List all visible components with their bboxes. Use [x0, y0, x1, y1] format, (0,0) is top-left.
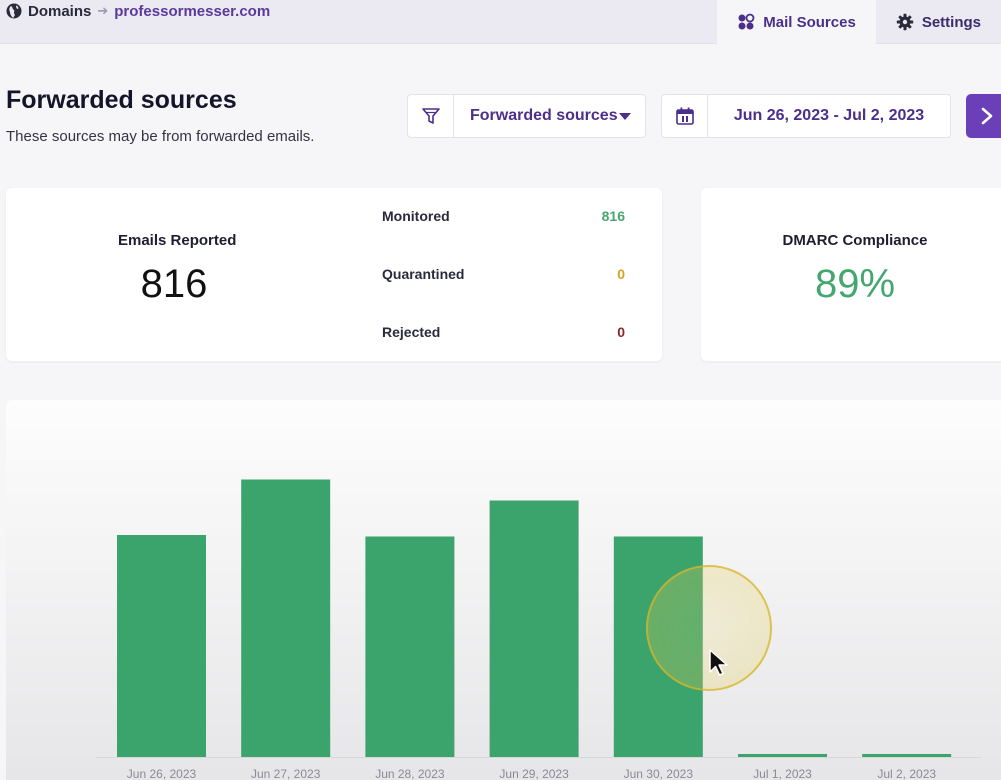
chart-bar[interactable] — [365, 536, 455, 758]
emails-bar-chart: Jun 26, 2023 Jun 27, 2023 Jun 28, 2023 Jun … — [96, 479, 981, 780]
filter-icon — [421, 108, 440, 124]
x-tick-label: Jun 28, 2023 — [375, 767, 445, 780]
stat-value: 816 — [601, 208, 625, 224]
chart-bar[interactable] — [738, 754, 827, 757]
x-tick-label: Jun 26, 2023 — [127, 767, 197, 780]
top-bar: Domains ➔ professormesser.com Mail Sourc… — [0, 0, 1001, 44]
chevron-down-icon — [619, 112, 631, 120]
next-button[interactable] — [966, 94, 1001, 138]
page-subtitle: These sources may be from forwarded emai… — [6, 128, 315, 145]
tab-mail-sources[interactable]: Mail Sources — [717, 0, 876, 44]
emails-reported-card: Emails Reported 816 Monitored 816 Quaran… — [6, 188, 662, 361]
x-tick-label: Jun 27, 2023 — [251, 767, 321, 780]
stat-row-quarantined: Quarantined 0 — [382, 266, 625, 282]
source-filter-dropdown[interactable]: Forwarded sources — [407, 94, 646, 138]
dmarc-compliance-value: 89% — [814, 262, 896, 306]
calendar-icon — [675, 107, 694, 125]
emails-reported-value: 816 — [140, 262, 208, 306]
globe-icon — [6, 3, 22, 19]
x-tick-label: Jun 30, 2023 — [624, 767, 694, 780]
breadcrumb-domains-link[interactable]: Domains — [28, 3, 91, 20]
stat-label: Rejected — [382, 324, 441, 340]
dmarc-compliance-card: DMARC Compliance 89% — [701, 188, 1001, 361]
chart-bar[interactable] — [117, 535, 206, 757]
x-tick-label: Jun 29, 2023 — [499, 767, 569, 780]
stat-label: Quarantined — [382, 266, 465, 282]
x-tick-label: Jul 2, 2023 — [877, 767, 936, 780]
tab-settings-label: Settings — [921, 13, 981, 31]
stat-value: 0 — [617, 266, 625, 282]
breadcrumb-arrow-icon: ➔ — [97, 3, 109, 18]
stat-row-monitored: Monitored 816 — [382, 208, 625, 224]
tab-settings[interactable]: Settings — [876, 0, 1001, 44]
chart-bar[interactable] — [489, 500, 579, 758]
calendar-button[interactable] — [662, 95, 708, 137]
x-tick-label: Jul 1, 2023 — [753, 767, 812, 780]
gear-icon — [896, 13, 914, 31]
breadcrumb: Domains ➔ professormesser.com — [6, 0, 270, 22]
emails-reported-label: Emails Reported — [118, 232, 237, 249]
chart-bar[interactable] — [241, 479, 331, 758]
filter-selected-value: Forwarded sources — [470, 107, 618, 124]
filter-button[interactable] — [408, 95, 454, 137]
breadcrumb-current-domain[interactable]: professormesser.com — [114, 3, 270, 20]
chart-bar[interactable] — [862, 754, 952, 757]
dmarc-compliance-label: DMARC Compliance — [782, 232, 928, 249]
emails-bar-chart-card: Jun 26, 2023 Jun 27, 2023 Jun 28, 2023 Jun … — [6, 400, 1001, 780]
stat-value: 0 — [617, 324, 625, 340]
chevron-right-icon — [981, 107, 993, 125]
date-range-picker[interactable]: Jun 26, 2023 - Jul 2, 2023 — [661, 94, 951, 138]
page-title: Forwarded sources — [6, 86, 237, 114]
stat-row-rejected: Rejected 0 — [382, 324, 625, 340]
filter-select[interactable]: Forwarded sources — [454, 95, 645, 137]
mouse-pointer-icon — [709, 649, 728, 676]
stat-label: Monitored — [382, 208, 450, 224]
tab-bar: Mail Sources Settings — [717, 0, 1001, 44]
mail-sources-icon — [738, 13, 755, 30]
date-range-value[interactable]: Jun 26, 2023 - Jul 2, 2023 — [708, 95, 950, 137]
tab-mail-sources-label: Mail Sources — [763, 13, 856, 31]
